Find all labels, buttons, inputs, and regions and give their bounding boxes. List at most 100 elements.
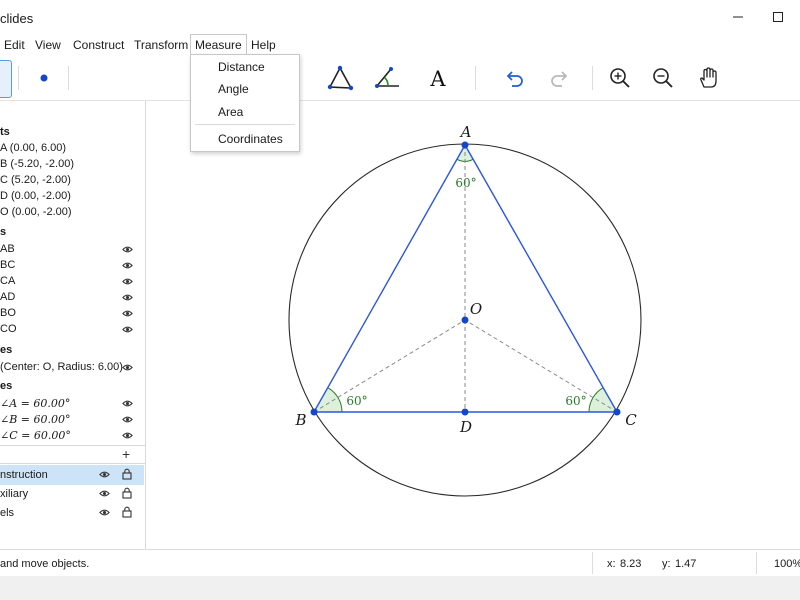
menu-transform[interactable]: Transform xyxy=(130,34,192,56)
zoom-out-button[interactable] xyxy=(646,60,680,96)
maximize-button[interactable] xyxy=(758,0,798,34)
circle-label: (Center: O, Radius: 6.00) xyxy=(0,361,123,373)
eye-icon[interactable] xyxy=(122,292,133,303)
add-layer-button[interactable]: + xyxy=(122,446,130,462)
angle-c-fill xyxy=(589,387,617,412)
layer-row[interactable]: els xyxy=(0,503,144,523)
eye-icon[interactable] xyxy=(122,276,133,287)
segment-label: CO xyxy=(0,323,17,335)
toolbar-divider xyxy=(475,66,476,90)
measure-area-item[interactable]: Area xyxy=(218,105,243,119)
toolbar-divider xyxy=(18,66,19,90)
text-tool-button[interactable]: A xyxy=(421,60,455,96)
eye-icon[interactable] xyxy=(122,430,133,441)
eye-icon[interactable] xyxy=(122,362,133,373)
geometry-drawing[interactable]: A B C D O 60° 60° 60° xyxy=(146,101,800,549)
dropdown-divider xyxy=(195,124,295,125)
menu-edit[interactable]: Edit xyxy=(0,34,29,56)
list-item[interactable]: CO xyxy=(0,322,145,338)
polygon-tool-button[interactable] xyxy=(323,60,357,96)
list-item[interactable]: AB xyxy=(0,242,145,258)
eye-icon[interactable] xyxy=(99,469,110,480)
layer-label: els xyxy=(0,507,15,519)
lock-icon[interactable] xyxy=(122,468,132,480)
measure-angle-item[interactable]: Angle xyxy=(218,82,249,96)
list-item[interactable]: C (5.20, -2.00) xyxy=(0,173,145,189)
segment-label: AB xyxy=(0,243,15,255)
measure-coordinates-item[interactable]: Coordinates xyxy=(218,132,283,146)
list-item[interactable]: ∠A = 60.00° xyxy=(0,396,145,412)
eye-icon[interactable] xyxy=(99,507,110,518)
zoom-in-button[interactable] xyxy=(603,60,637,96)
menu-view[interactable]: View xyxy=(31,34,65,56)
segment-ab[interactable] xyxy=(313,144,466,413)
toolbar: A xyxy=(0,56,800,101)
point-tool-button[interactable] xyxy=(27,60,61,96)
circles-header: es xyxy=(0,344,13,356)
layer-row[interactable]: nstruction xyxy=(0,465,144,485)
list-item[interactable]: B (-5.20, -2.00) xyxy=(0,157,145,173)
list-item[interactable]: BC xyxy=(0,258,145,274)
menu-construct[interactable]: Construct xyxy=(69,34,128,56)
undo-button[interactable] xyxy=(497,60,531,96)
point-o[interactable] xyxy=(461,316,469,324)
eye-icon[interactable] xyxy=(122,414,133,425)
eye-icon[interactable] xyxy=(122,324,133,335)
menu-measure[interactable]: Measure xyxy=(190,34,247,56)
angle-label: ∠C = 60.00° xyxy=(0,429,71,442)
select-tool-button[interactable] xyxy=(0,60,12,98)
angles-header: es xyxy=(0,380,13,392)
list-item[interactable]: CA xyxy=(0,274,145,290)
measure-dropdown: Distance Angle Area Coordinates xyxy=(190,54,300,152)
list-item[interactable]: O (0.00, -2.00) xyxy=(0,205,145,221)
menu-bar: Edit View Construct Transform Measure He… xyxy=(0,34,800,56)
layer-label: xiliary xyxy=(0,488,29,500)
x-coordinate-value: 8.23 xyxy=(620,558,642,570)
measure-distance-item[interactable]: Distance xyxy=(218,60,265,74)
label-d: D xyxy=(459,418,472,436)
list-item[interactable]: D (0.00, -2.00) xyxy=(0,189,145,205)
label-a: A xyxy=(459,123,472,141)
menu-help[interactable]: Help xyxy=(247,34,280,56)
eye-icon[interactable] xyxy=(122,398,133,409)
eye-icon[interactable] xyxy=(99,488,110,499)
toolbar-divider xyxy=(592,66,593,90)
lock-icon[interactable] xyxy=(122,487,132,499)
eye-icon[interactable] xyxy=(122,260,133,271)
point-b[interactable] xyxy=(310,408,318,416)
list-item[interactable]: ∠C = 60.00° xyxy=(0,428,145,444)
status-divider xyxy=(592,552,593,574)
point-d[interactable] xyxy=(461,408,469,416)
layer-row[interactable]: xiliary xyxy=(0,484,144,504)
drawing-canvas[interactable]: A B C D O 60° 60° 60° xyxy=(146,101,800,549)
list-item[interactable]: ∠B = 60.00° xyxy=(0,412,145,428)
point-label: O (0.00, -2.00) xyxy=(0,206,72,218)
segment-ca[interactable] xyxy=(464,144,618,413)
minimize-button[interactable] xyxy=(718,0,758,34)
point-label: D (0.00, -2.00) xyxy=(0,190,71,202)
point-c[interactable] xyxy=(613,408,621,416)
label-c: C xyxy=(625,411,637,429)
list-item[interactable]: BO xyxy=(0,306,145,322)
pan-tool-button[interactable] xyxy=(691,60,725,96)
redo-icon xyxy=(551,71,568,87)
redo-button[interactable] xyxy=(543,60,577,96)
triangle-icon xyxy=(327,65,354,91)
list-item[interactable]: A (0.00, 6.00) xyxy=(0,141,145,157)
point-a[interactable] xyxy=(461,141,469,149)
eye-icon[interactable] xyxy=(122,308,133,319)
object-sidebar: ts A (0.00, 6.00) B (-5.20, -2.00) C (5.… xyxy=(0,101,146,549)
point-icon xyxy=(40,74,48,82)
list-item[interactable]: AD xyxy=(0,290,145,306)
point-label: B (-5.20, -2.00) xyxy=(0,158,74,170)
eye-icon[interactable] xyxy=(122,244,133,255)
point-label: C (5.20, -2.00) xyxy=(0,174,71,186)
lock-icon[interactable] xyxy=(122,506,132,518)
list-item[interactable]: (Center: O, Radius: 6.00) xyxy=(0,360,145,376)
hand-icon xyxy=(700,67,717,88)
title-bar: clides xyxy=(0,0,800,34)
segment-label: AD xyxy=(0,291,16,303)
status-hint: and move objects. xyxy=(0,558,90,570)
segment-label: CA xyxy=(0,275,16,287)
angle-tool-button[interactable] xyxy=(370,60,404,96)
